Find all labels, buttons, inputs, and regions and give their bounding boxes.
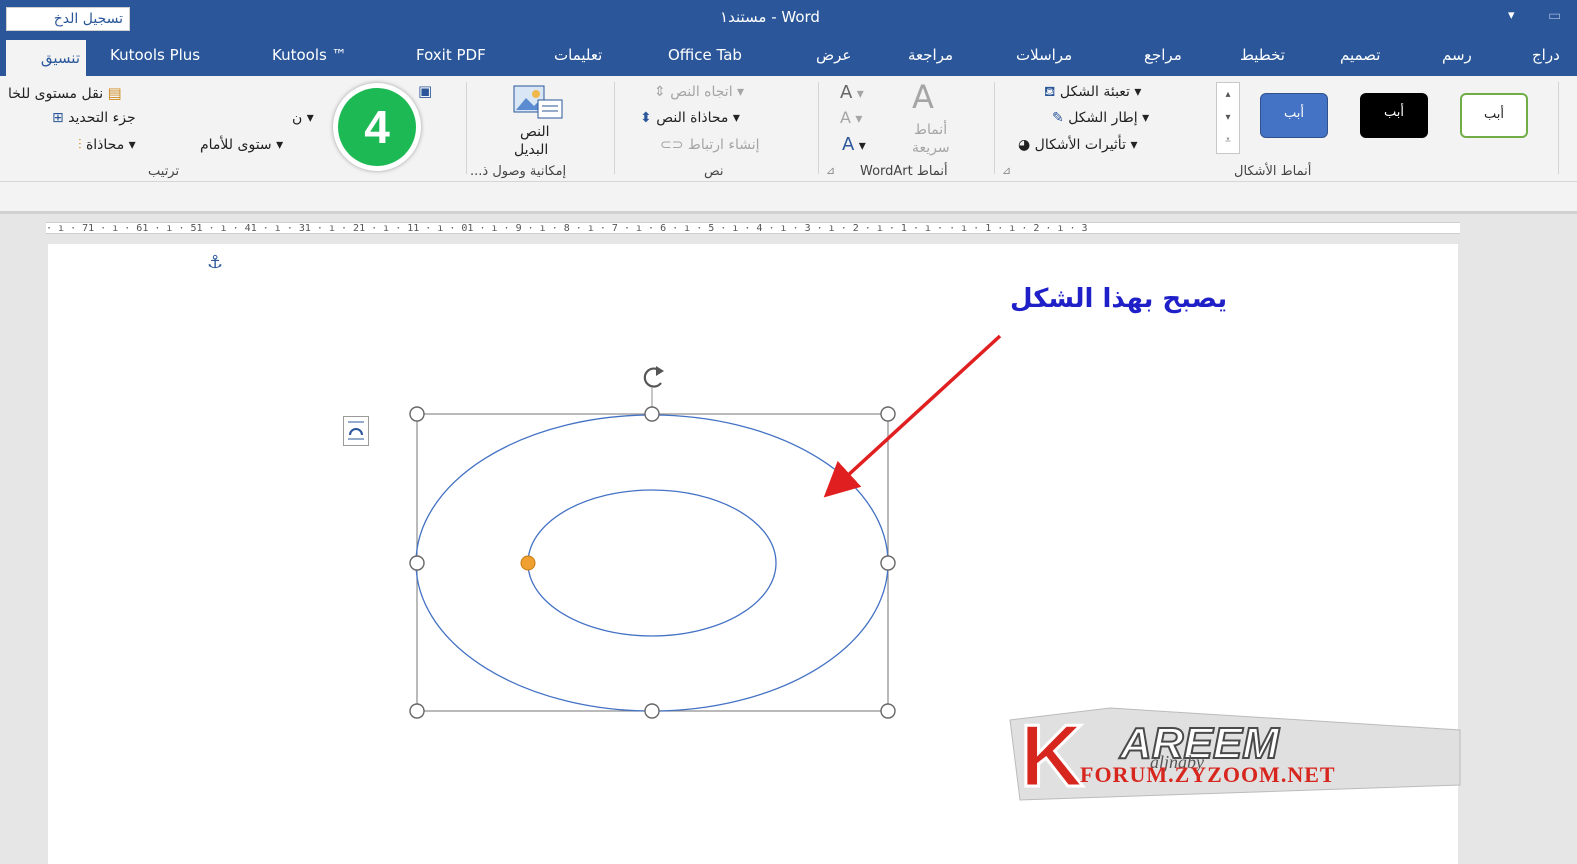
- resize-handle[interactable]: [644, 703, 660, 719]
- resize-handle[interactable]: [409, 555, 425, 571]
- selection-frame: [416, 413, 889, 712]
- rotate-handle-icon[interactable]: [643, 366, 664, 388]
- resize-handle[interactable]: [880, 406, 896, 422]
- step-badge: 4: [333, 83, 421, 171]
- watermark-url: FORUM.ZYZOOM.NET: [1080, 762, 1336, 787]
- red-arrow: [823, 334, 1002, 498]
- adjust-handle[interactable]: [520, 555, 536, 571]
- logo-letter: K: [1020, 706, 1084, 805]
- resize-handle[interactable]: [409, 406, 425, 422]
- donut-outer-ring[interactable]: [415, 414, 889, 712]
- resize-handle[interactable]: [409, 703, 425, 719]
- step-number: 4: [338, 88, 416, 166]
- watermark-logo: K AREEM aljnaby: [1009, 705, 1461, 807]
- resize-handle[interactable]: [880, 555, 896, 571]
- resize-handle[interactable]: [880, 703, 896, 719]
- donut-inner-ring[interactable]: [527, 489, 777, 637]
- resize-handle[interactable]: [644, 406, 660, 422]
